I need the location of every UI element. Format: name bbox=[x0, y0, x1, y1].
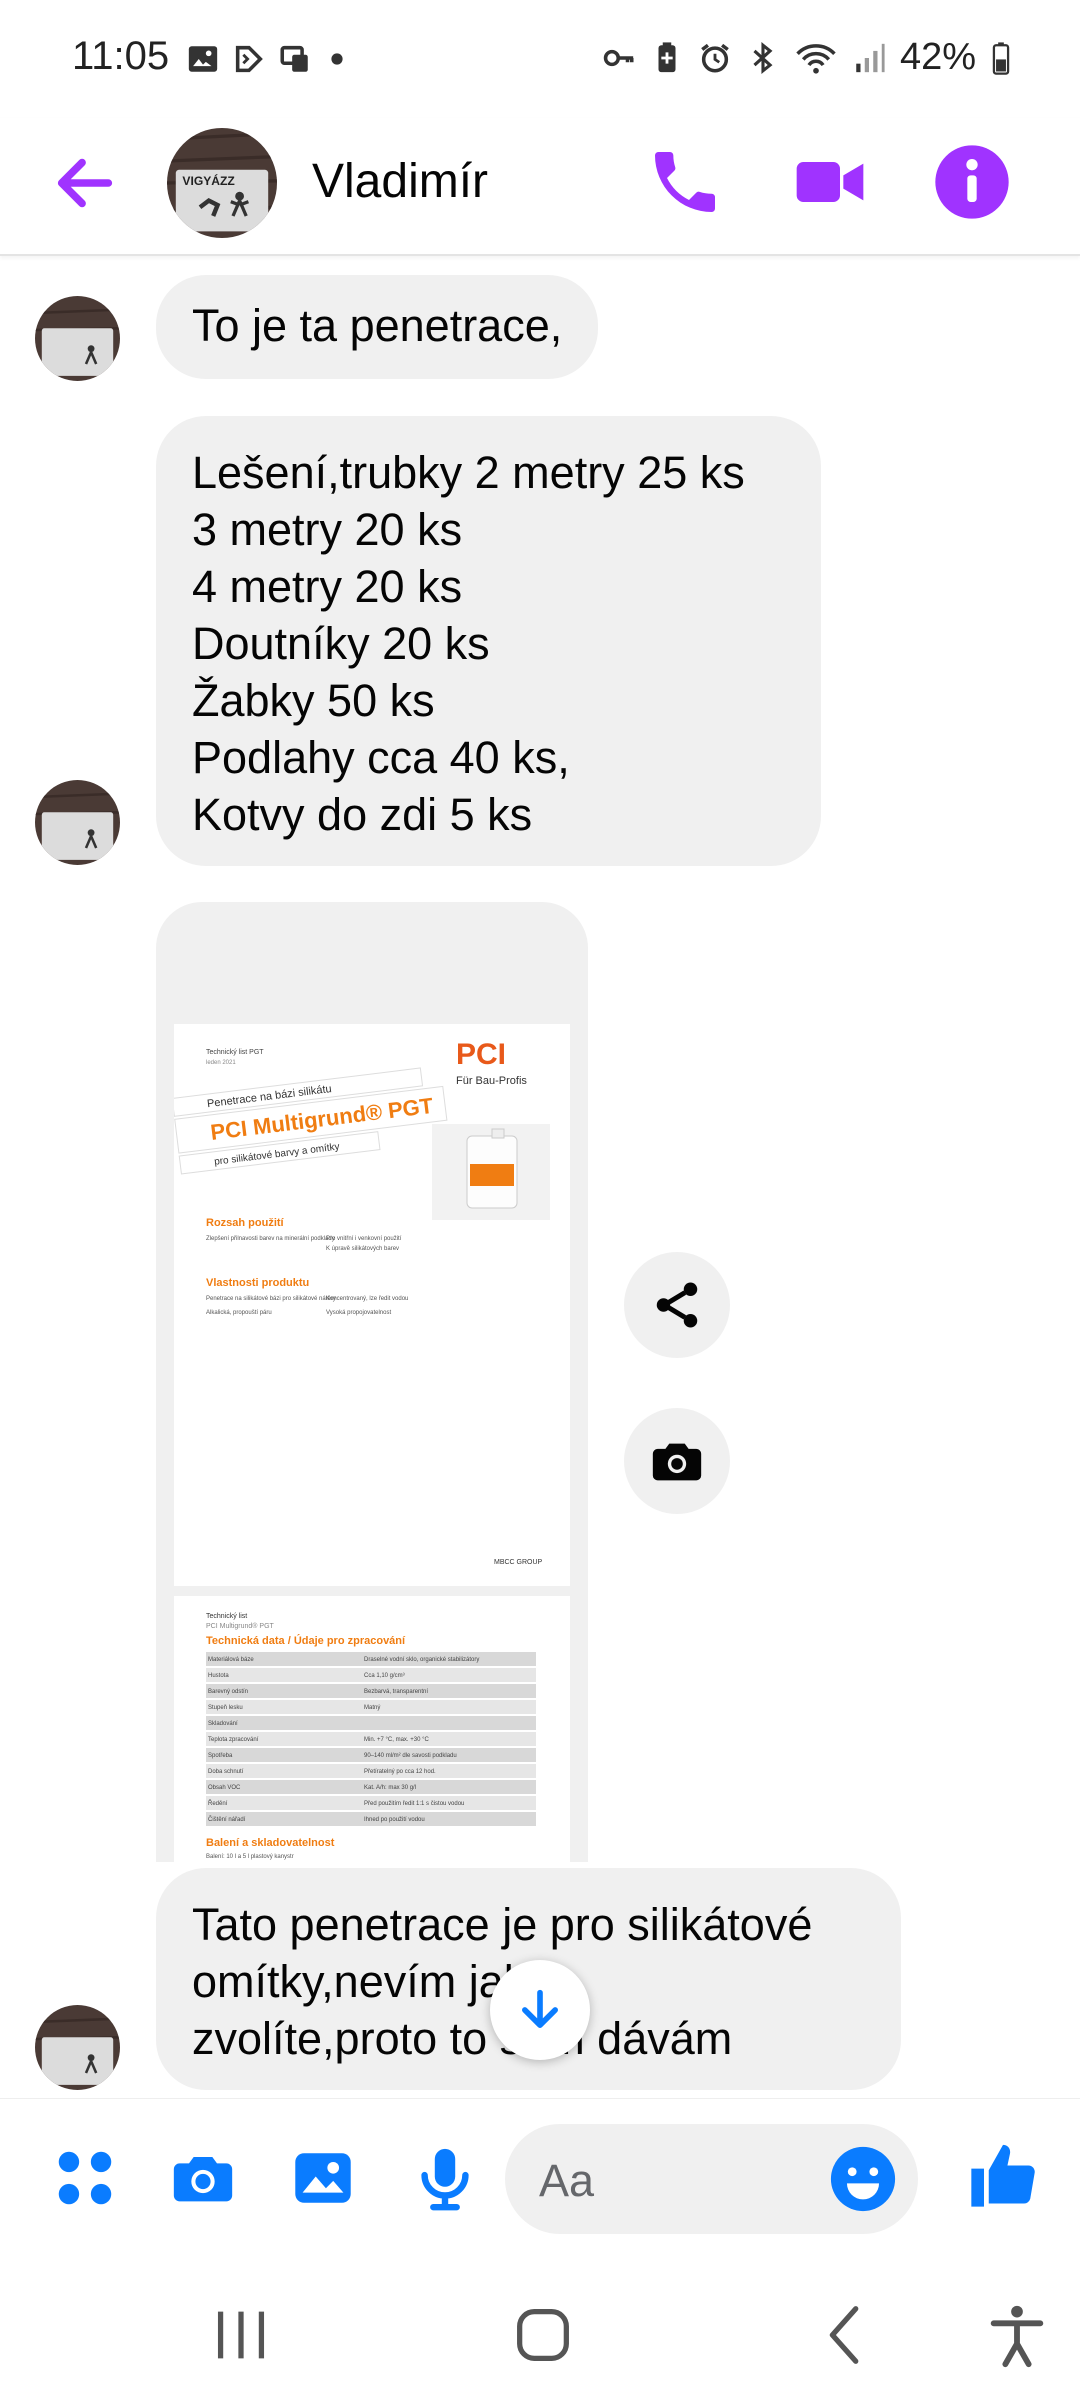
doc2-table-row bbox=[206, 1716, 536, 1730]
doc-property-item: Penetrace na silikátové bázi pro silikát… bbox=[206, 1296, 336, 1302]
sender-avatar[interactable] bbox=[35, 296, 120, 381]
message-input[interactable]: Aa bbox=[505, 2124, 918, 2234]
camera-icon[interactable] bbox=[168, 2143, 238, 2213]
doc2-table-cell: Matný bbox=[364, 1705, 380, 1711]
doc2-table-cell: Kat. A/h: max 30 g/l bbox=[364, 1785, 416, 1791]
status-bar: 11:05 42% bbox=[0, 0, 1080, 118]
doc-usage-item: Pro vnitřní i venkovní použití bbox=[326, 1236, 402, 1242]
doc-date: leden 2021 bbox=[206, 1060, 236, 1066]
sender-avatar[interactable] bbox=[35, 780, 120, 865]
doc2-header: Technický list bbox=[206, 1613, 247, 1620]
battery-percent: 42% bbox=[899, 36, 976, 78]
battery-icon bbox=[992, 41, 1010, 75]
camera-icon bbox=[652, 1443, 702, 1481]
like-thumb-icon[interactable] bbox=[965, 2137, 1041, 2213]
microphone-icon[interactable] bbox=[410, 2143, 480, 2213]
scroll-to-bottom-button[interactable] bbox=[490, 1960, 590, 2060]
share-button[interactable] bbox=[624, 1252, 730, 1358]
battery-saver-icon bbox=[658, 41, 676, 72]
document-page-2: Technický list PCI Multigrund® PGT Techn… bbox=[174, 1596, 570, 1862]
system-nav-bar bbox=[0, 2260, 1080, 2400]
message-bubble[interactable]: Lešení,trubky 2 metry 25 ks 3 metry 20 k… bbox=[156, 416, 821, 866]
chat-header: VIGYÁZZ Vladimír bbox=[0, 118, 1080, 256]
dot-icon bbox=[331, 53, 343, 65]
doc-usage-item: Zlepšení přilnavosti barev na minerální … bbox=[206, 1236, 335, 1242]
back-icon[interactable] bbox=[812, 2300, 882, 2370]
accessibility-icon[interactable] bbox=[982, 2300, 1052, 2370]
video-call-icon[interactable] bbox=[790, 142, 870, 222]
save-to-camera-button[interactable] bbox=[624, 1408, 730, 1514]
doc2-table-cell: Draselné vodní sklo, organické stabilizá… bbox=[364, 1657, 479, 1663]
doc2-table-cell: Teplota zpracování bbox=[208, 1737, 259, 1743]
share-icon bbox=[656, 1282, 698, 1328]
apps-grid-icon[interactable] bbox=[50, 2143, 120, 2213]
document-page-1: Technický list PGT leden 2021 Penetrace … bbox=[171, 1024, 570, 1586]
status-time: 11:05 bbox=[72, 34, 170, 78]
sender-avatar[interactable] bbox=[35, 2005, 120, 2090]
doc2-table-cell: Materiálová báze bbox=[208, 1657, 254, 1663]
sim-icon bbox=[235, 45, 263, 73]
doc-usage-item: K úpravě silikátových barev bbox=[326, 1246, 399, 1252]
wifi-icon bbox=[796, 43, 836, 74]
pci-logo: PCI bbox=[456, 1038, 506, 1071]
contact-avatar[interactable]: VIGYÁZZ bbox=[167, 128, 277, 238]
doc2-section-title: Technická data / Údaje pro zpracování bbox=[206, 1634, 406, 1647]
doc2-table-cell: Bezbarvá, transparentní bbox=[364, 1689, 428, 1695]
message-bubble[interactable]: To je ta penetrace, bbox=[156, 275, 599, 379]
gallery-icon[interactable] bbox=[288, 2143, 358, 2213]
arrow-down-icon bbox=[522, 1989, 558, 2028]
bluetooth-icon bbox=[753, 41, 773, 74]
doc-property-item: Koncentrovaný, lze ředit vodou bbox=[326, 1296, 408, 1302]
info-icon[interactable] bbox=[932, 142, 1012, 222]
recent-apps-icon[interactable] bbox=[206, 2300, 276, 2370]
contact-name[interactable]: Vladimír bbox=[312, 154, 488, 209]
message-input-placeholder: Aa bbox=[539, 2155, 595, 2206]
doc2-table-cell: Přetíratelný po cca 12 hod. bbox=[364, 1769, 436, 1775]
back-arrow-icon[interactable] bbox=[50, 148, 120, 218]
doc2-table-cell: 90–140 ml/m² dle savosti podkladu bbox=[364, 1753, 457, 1759]
doc2-table-cell: Min. +7 °C, max. +30 °C bbox=[364, 1737, 429, 1743]
doc2-table-cell: Čištění nářadí bbox=[208, 1816, 246, 1823]
doc2-table-cell: Stupeň lesku bbox=[208, 1705, 243, 1711]
doc2-table-cell: Skladování bbox=[208, 1721, 238, 1727]
doc2-table-cell: Cca 1,10 g/cm³ bbox=[364, 1673, 405, 1679]
doc2-bottom-item: Balení: 10 l a 5 l plastový kanystr bbox=[206, 1854, 294, 1860]
signal-icon bbox=[856, 43, 885, 72]
doc2-table-cell: Před použitím ředit 1:1 s čistou vodou bbox=[364, 1801, 464, 1807]
doc-header: Technický list PGT bbox=[206, 1049, 264, 1056]
doc2-section-bottom: Balení a skladovatelnost bbox=[206, 1837, 335, 1849]
screen-icon bbox=[280, 45, 308, 72]
doc-property-item: Vysoká propojovatelnost bbox=[326, 1310, 391, 1316]
doc-section-usage: Rozsah použití bbox=[206, 1217, 285, 1229]
doc2-table-cell: Barevný odstín bbox=[208, 1689, 248, 1695]
doc2-table-cell: Spotřeba bbox=[208, 1753, 233, 1759]
phone-call-icon[interactable] bbox=[645, 142, 725, 222]
doc-footer-logo: MBCC GROUP bbox=[494, 1559, 543, 1566]
image-icon bbox=[188, 46, 218, 72]
doc2-table-cell: Ihned po použití vodou bbox=[364, 1817, 425, 1823]
document-attachment[interactable]: Technický list PGT leden 2021 Penetrace … bbox=[156, 902, 588, 1862]
alarm-icon bbox=[701, 43, 729, 73]
message-composer: Aa bbox=[0, 2098, 1080, 2260]
doc2-table-cell: Ředění bbox=[208, 1799, 228, 1807]
doc2-table-cell: Hustota bbox=[208, 1673, 229, 1679]
emoji-icon[interactable] bbox=[828, 2144, 898, 2214]
doc2-table-cell: Doba schnutí bbox=[208, 1769, 244, 1775]
doc2-table-cell: Obsah VOC bbox=[208, 1785, 241, 1791]
doc-section-properties: Vlastnosti produktu bbox=[206, 1277, 309, 1289]
home-icon[interactable] bbox=[508, 2300, 578, 2370]
key-icon bbox=[603, 49, 634, 66]
doc-property-item: Alkalická, propouští páru bbox=[206, 1310, 272, 1316]
avatar-logo-text: VIGYÁZZ bbox=[182, 173, 235, 188]
doc2-subheader: PCI Multigrund® PGT bbox=[206, 1622, 275, 1630]
pci-tagline: Für Bau-Profis bbox=[456, 1075, 527, 1087]
